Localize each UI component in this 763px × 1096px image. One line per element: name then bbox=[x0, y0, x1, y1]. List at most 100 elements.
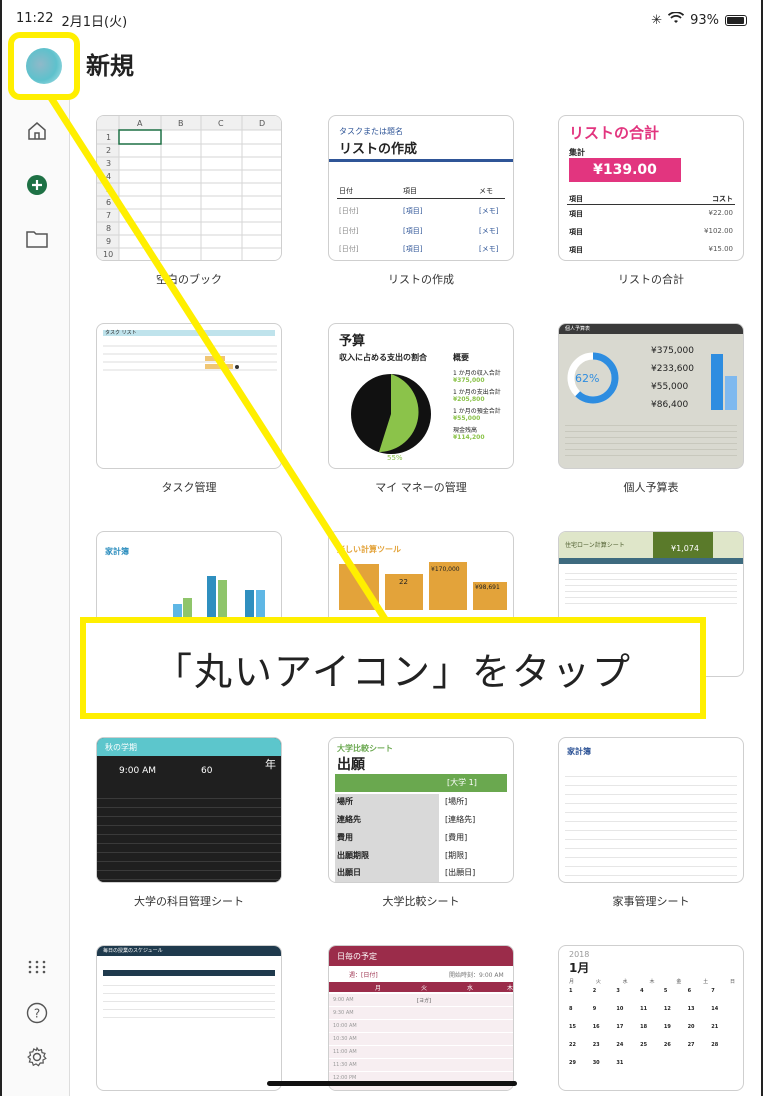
thumb-title: リストの作成 bbox=[339, 142, 418, 157]
thumb-cell: [項目] bbox=[403, 227, 423, 235]
thumb-day: 月 bbox=[375, 985, 382, 992]
calendar-date: 7 bbox=[711, 988, 715, 994]
calendar-date: 22 bbox=[569, 1042, 576, 1048]
thumb-title: 予算 bbox=[339, 334, 366, 349]
calendar-weekday: 金 bbox=[676, 979, 682, 985]
status-date: 2月1日(火) bbox=[61, 14, 128, 30]
template-blank-workbook[interactable]: A B C D 1 2 3 4 5 6 7 8 9 10 空白のブック bbox=[96, 115, 282, 286]
template-college-compare[interactable]: 大学比較シート 出願 [大学 1] 場所 [場所] 連絡先 [連絡先] 費用 [… bbox=[328, 737, 514, 908]
thumb-col: コスト bbox=[712, 195, 733, 203]
folder-icon[interactable] bbox=[24, 226, 50, 252]
calendar-date: 1 bbox=[569, 988, 573, 994]
template-thumbnail[interactable]: 個人予算表 62% ¥375,000 ¥233,600 ¥55,000 ¥86,… bbox=[558, 323, 744, 469]
thumb-col: 項目 bbox=[403, 187, 417, 195]
thumb-cell: ¥102.00 bbox=[704, 227, 733, 235]
template-thumbnail[interactable]: タスクまたは題名 リストの作成 日付 項目 メモ [日付] [項目] [メモ] … bbox=[328, 115, 514, 261]
thumb-cell: [出願日] bbox=[445, 868, 476, 877]
thumb-cell: [日付] bbox=[339, 245, 359, 253]
thumb-cell: [費用] bbox=[445, 833, 468, 842]
home-icon[interactable] bbox=[24, 118, 50, 144]
template-task-management[interactable]: タスク リスト タスク管理 bbox=[96, 323, 282, 494]
calendar-weekday: 火 bbox=[595, 979, 601, 985]
thumb-col: 日付 bbox=[339, 187, 353, 195]
calendar-date: 5 bbox=[663, 988, 668, 994]
svg-text:5: 5 bbox=[106, 185, 111, 194]
account-avatar-button[interactable] bbox=[8, 32, 80, 100]
status-bar: 11:22 2月1日(火) ✳ 93% bbox=[2, 0, 761, 40]
thumb-date: 週：[日付] bbox=[349, 972, 378, 979]
thumb-cell: [連絡先] bbox=[445, 815, 476, 824]
calendar-date: 13 bbox=[687, 1006, 695, 1012]
thumb-header: [大学 1] bbox=[447, 778, 477, 787]
template-chores[interactable]: 家計簿 家事管理シート bbox=[558, 737, 744, 908]
svg-text:4: 4 bbox=[106, 172, 111, 181]
svg-text:A: A bbox=[137, 119, 143, 128]
thumb-time: 10:30 AM bbox=[333, 1036, 357, 1042]
calendar-date: 27 bbox=[687, 1042, 695, 1048]
apps-grid-icon[interactable] bbox=[24, 954, 50, 980]
svg-text:7: 7 bbox=[106, 211, 111, 220]
calendar-date: 12 bbox=[663, 1006, 671, 1012]
thumb-title: 出願 bbox=[337, 757, 365, 773]
svg-text:1: 1 bbox=[106, 133, 111, 142]
thumb-cell: [日付] bbox=[339, 227, 359, 235]
template-thumbnail[interactable]: 家計簿 bbox=[558, 737, 744, 883]
thumb-cell: 項目 bbox=[569, 246, 583, 254]
template-list-create[interactable]: タスクまたは題名 リストの作成 日付 項目 メモ [日付] [項目] [メモ] … bbox=[328, 115, 514, 286]
thumb-subtitle: タスクまたは題名 bbox=[339, 127, 403, 136]
thumb-time: 11:00 AM bbox=[333, 1049, 357, 1055]
template-thumbnail[interactable]: 毎日の授業のスケジュール bbox=[96, 945, 282, 1091]
template-daily-plan[interactable]: 日毎の予定 週：[日付] 開始時刻：9:00 AM 月 火 水 木 9:00 A… bbox=[328, 945, 514, 1091]
calendar-date: 21 bbox=[711, 1024, 719, 1030]
calendar-date: 3 bbox=[616, 988, 620, 994]
calendar-date: 28 bbox=[711, 1042, 719, 1048]
template-my-money[interactable]: 予算 収入に占める支出の割合 概要 55% 1 か月の収入合計 ¥375,000… bbox=[328, 323, 514, 494]
template-thumbnail[interactable]: 日毎の予定 週：[日付] 開始時刻：9:00 AM 月 火 水 木 9:00 A… bbox=[328, 945, 514, 1091]
calendar-weekday: 日 bbox=[729, 979, 735, 985]
thumb-value: ¥55,000 bbox=[651, 382, 689, 392]
thumb-day: 火 bbox=[421, 985, 428, 992]
calendar-date: 15 bbox=[569, 1024, 576, 1030]
template-personal-budget[interactable]: 個人予算表 62% ¥375,000 ¥233,600 ¥55,000 ¥86,… bbox=[558, 323, 744, 494]
template-thumbnail[interactable]: 予算 収入に占める支出の割合 概要 55% 1 か月の収入合計 ¥375,000… bbox=[328, 323, 514, 469]
template-thumbnail[interactable]: 大学比較シート 出願 [大学 1] 場所 [場所] 連絡先 [連絡先] 費用 [… bbox=[328, 737, 514, 883]
calendar-weekday: 月 bbox=[569, 979, 575, 985]
help-icon[interactable]: ? bbox=[24, 1000, 50, 1026]
thumb-title: 楽しい計算ツール bbox=[337, 545, 401, 554]
thumb-cell: 費用 bbox=[337, 833, 353, 842]
thumb-day: 水 bbox=[467, 985, 474, 992]
thumb-year: 2018 bbox=[569, 950, 590, 959]
template-college-courses[interactable]: 秋の学期 9:00 AM 60 年 大学の科目管理シート bbox=[96, 737, 282, 908]
svg-text:D: D bbox=[259, 119, 265, 128]
thumb-cell: [項目] bbox=[403, 245, 423, 253]
thumb-summary: 現金残高 bbox=[453, 427, 478, 434]
settings-gear-icon[interactable] bbox=[24, 1044, 50, 1070]
template-thumbnail[interactable]: リストの合計 集計 ¥139.00 項目 コスト 項目 ¥22.00 項目 ¥1… bbox=[558, 115, 744, 261]
template-thumbnail[interactable]: 秋の学期 9:00 AM 60 年 bbox=[96, 737, 282, 883]
app-frame: 11:22 2月1日(火) ✳ 93% ? 新規 A B C D 1 2 3 4… bbox=[0, 0, 763, 1096]
calendar-date: 6 bbox=[687, 988, 692, 994]
thumb-summary-title: 概要 bbox=[453, 353, 469, 362]
thumb-label: 集計 bbox=[569, 148, 585, 157]
template-calendar[interactable]: 2018 1月 月火水木金土日 1 2 3 4 5 6 7 8 9 10 11 12 13 14 15 16 1… bbox=[558, 945, 744, 1091]
status-time: 11:22 bbox=[16, 10, 54, 26]
calendar-date: 16 bbox=[592, 1024, 600, 1030]
thumb-subtitle: 大学比較シート bbox=[337, 744, 393, 753]
thumb-col: メモ bbox=[479, 187, 493, 195]
calendar-weekdays: 月火水木金土日 bbox=[569, 978, 735, 985]
calendar-date: 17 bbox=[616, 1024, 624, 1030]
new-plus-icon[interactable] bbox=[24, 172, 50, 198]
thumb-summary: ¥114,200 bbox=[453, 434, 485, 441]
template-thumbnail[interactable]: A B C D 1 2 3 4 5 6 7 8 9 10 bbox=[96, 115, 282, 261]
task-rows bbox=[103, 345, 277, 371]
thumb-cell: 出願日 bbox=[337, 868, 361, 877]
template-thumbnail[interactable]: 2018 1月 月火水木金土日 1 2 3 4 5 6 7 8 9 10 11 12 13 14 15 16 1… bbox=[558, 945, 744, 1091]
template-class-schedule[interactable]: 毎日の授業のスケジュール bbox=[96, 945, 282, 1091]
thumb-summary: 1 か月の収入合計 bbox=[453, 370, 501, 377]
avatar[interactable] bbox=[26, 48, 62, 84]
template-list-total[interactable]: リストの合計 集計 ¥139.00 項目 コスト 項目 ¥22.00 項目 ¥1… bbox=[558, 115, 744, 286]
template-thumbnail[interactable]: タスク リスト bbox=[96, 323, 282, 469]
thumb-title: 日毎の予定 bbox=[337, 952, 377, 961]
thumb-cell: [メモ] bbox=[479, 245, 499, 253]
thumb-title: リストの合計 bbox=[569, 124, 660, 142]
